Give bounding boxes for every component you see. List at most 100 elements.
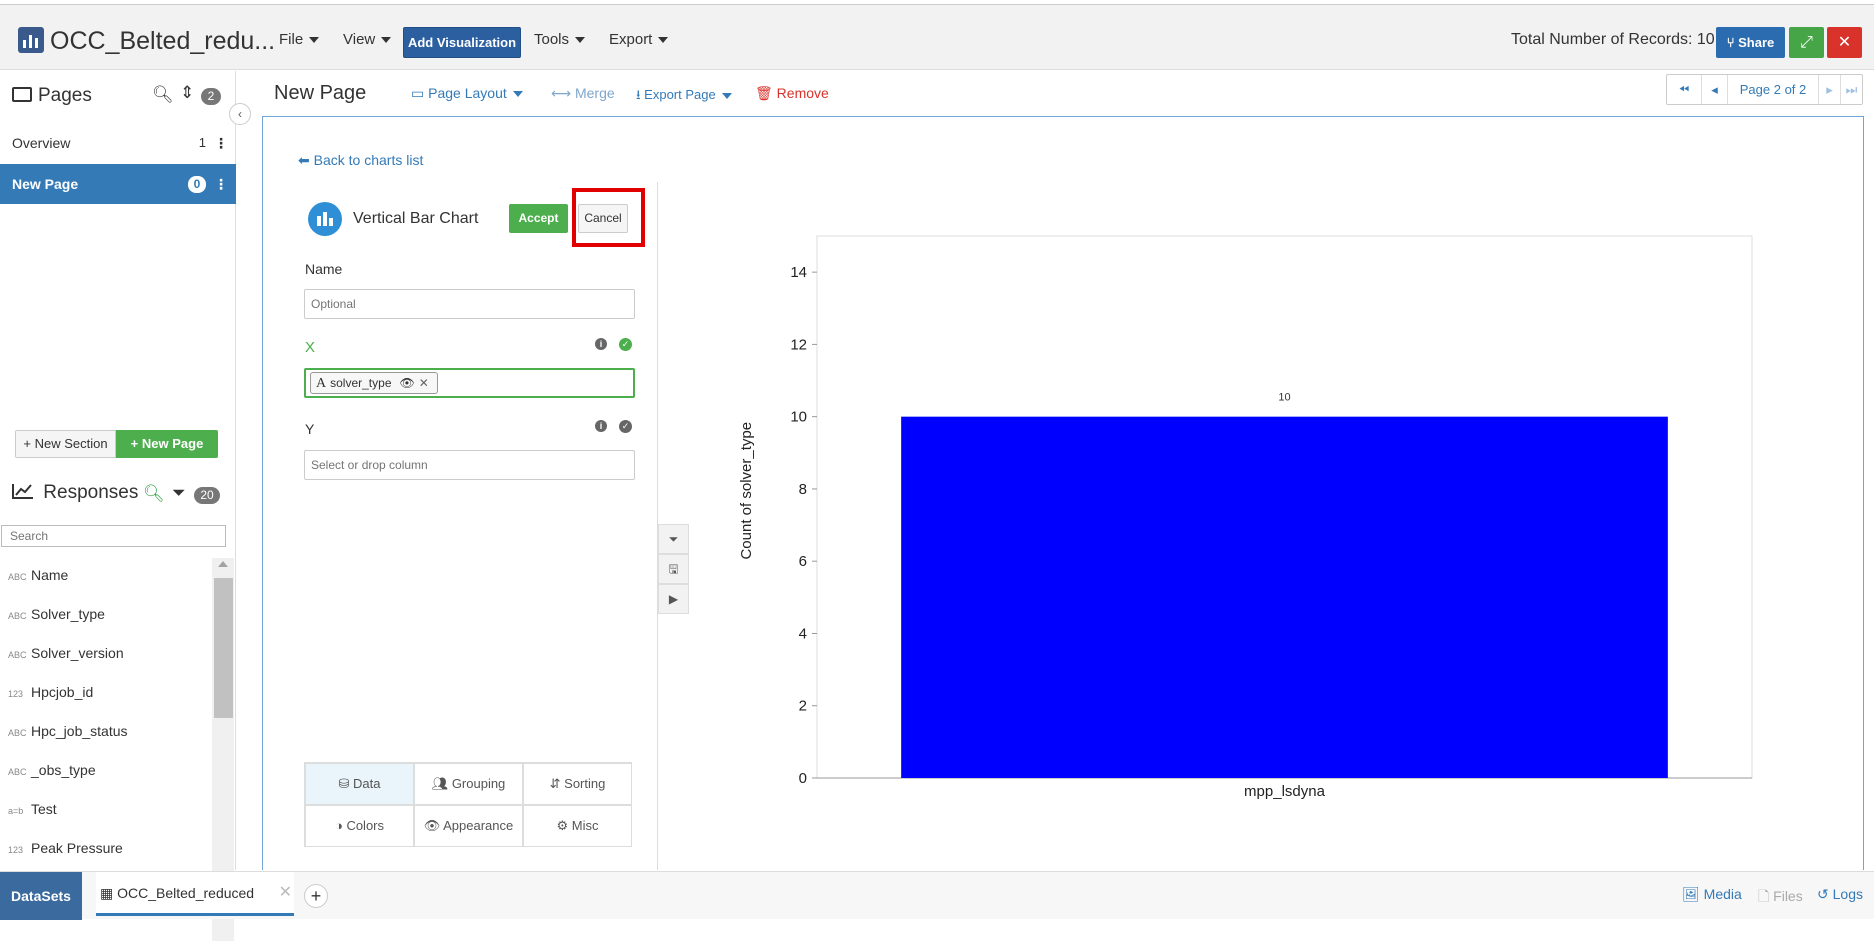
y-tick-label: 4 <box>799 625 807 642</box>
tab-sorting[interactable]: ⇵ Sorting <box>523 763 632 805</box>
search-icon[interactable]: 🔍︎ <box>152 85 174 105</box>
filter-icon[interactable]: ⏷ <box>658 524 689 554</box>
bar <box>901 416 1668 778</box>
tab-label: Appearance <box>443 818 514 833</box>
total-records: Total Number of Records: 10 <box>1511 31 1715 48</box>
save-icon[interactable]: 🖫︎ <box>658 554 689 584</box>
add-tab-button[interactable]: + <box>304 884 328 908</box>
y-tick-label: 14 <box>790 264 807 281</box>
view-menu[interactable]: View <box>343 31 392 48</box>
chevron-down-icon <box>721 92 732 99</box>
collapse-sidebar-button[interactable]: ‹ <box>229 103 251 125</box>
y-axis-label: Count of solver_type <box>738 422 755 560</box>
scroll-up-icon[interactable] <box>218 561 228 567</box>
y-field-label: Y <box>305 421 315 437</box>
y-tick-label: 8 <box>799 481 807 498</box>
close-tab-icon[interactable]: ✕ <box>279 872 292 914</box>
tab-misc[interactable]: ⚙︎ Misc <box>523 805 632 847</box>
image-icon: 🖼︎ <box>1682 886 1704 902</box>
x-column-chip[interactable]: Asolver_type 👁︎ ✕ <box>310 372 438 394</box>
highlight-box <box>572 188 645 247</box>
files-link[interactable]: 🗋︎ Files <box>1758 886 1803 910</box>
y-drop-field[interactable] <box>304 450 635 480</box>
next-page-icon[interactable]: ▸ <box>1818 75 1840 104</box>
page-layout-menu[interactable]: ▭ Page Layout <box>411 85 523 102</box>
chart-name-input[interactable] <box>304 289 635 319</box>
tab-colors[interactable]: ◑ Colors <box>305 805 414 847</box>
tab-grouping[interactable]: 👥︎ Grouping <box>414 763 523 805</box>
gear-icon: ⚙︎ <box>556 818 572 833</box>
info-icon[interactable]: i <box>595 420 607 432</box>
last-page-icon[interactable]: ⏭︎ <box>1840 75 1862 104</box>
share-button[interactable]: ⑂ Share <box>1716 27 1785 58</box>
new-page-label: New Page <box>141 436 204 451</box>
export-menu[interactable]: Export <box>609 31 669 48</box>
fullscreen-button[interactable]: ⤢ <box>1789 27 1824 58</box>
close-button[interactable]: ✕ <box>1827 27 1862 58</box>
x-field-label: X <box>305 339 316 356</box>
pages-title: Pages <box>38 85 92 106</box>
back-to-charts-link[interactable]: ⬅︎ Back to charts list <box>298 152 423 169</box>
remove-button[interactable]: 🗑︎ Remove <box>755 85 829 102</box>
scrollbar-thumb[interactable] <box>214 578 233 718</box>
chip-label: solver_type <box>330 376 392 390</box>
pager: ⏪︎ ◂ Page 2 of 2 ▸ ⏭︎ <box>1666 74 1863 105</box>
list-item[interactable]: ABC Solver_version <box>8 645 124 661</box>
remove-chip-icon[interactable]: ✕ <box>419 376 429 390</box>
add-visualization-button[interactable]: Add Visualization <box>403 27 521 58</box>
tab-data[interactable]: ⛁ Data <box>305 763 414 805</box>
users-icon: 👥︎ <box>431 776 452 791</box>
dataset-tab[interactable]: ▦ OCC_Belted_reduced ✕ <box>96 872 294 916</box>
page-label: Overview <box>12 135 71 151</box>
sort-icon[interactable]: ⇕ <box>180 83 194 103</box>
pages-icon <box>12 87 32 102</box>
sidebar-item-new-page[interactable]: New Page 0 ⋮ <box>0 164 236 204</box>
adjust-icon: ◑ <box>334 818 347 833</box>
export-menu-label: Export <box>609 31 653 48</box>
filter-icon[interactable]: ⏷ <box>172 483 186 503</box>
export-page-menu[interactable]: ⭳ Export Page <box>636 86 732 108</box>
list-item[interactable]: ABC Hpc_job_status <box>8 723 128 739</box>
datasets-label[interactable]: DataSets <box>0 872 82 920</box>
info-icon[interactable]: i <box>595 338 607 350</box>
tab-label: Colors <box>346 818 385 833</box>
list-item-label: Solver_type <box>31 606 105 622</box>
eye-icon[interactable]: 👁︎ <box>400 376 415 390</box>
chevron-down-icon <box>658 37 669 44</box>
new-section-button[interactable]: + New Section <box>15 430 116 458</box>
list-item[interactable]: 123 Peak Pressure <box>8 840 123 856</box>
bottom-bar: DataSets ▦ OCC_Belted_reduced ✕ + 🖼︎ Medi… <box>0 871 1874 920</box>
list-item[interactable]: ABC Solver_type <box>8 606 105 622</box>
more-options-icon[interactable]: ⋮ <box>214 164 228 204</box>
list-item[interactable]: 123 Hpcjob_id <box>8 684 93 700</box>
responses-search-input[interactable] <box>1 525 226 547</box>
bar-chart-icon <box>308 202 342 236</box>
list-item[interactable]: a=b Test <box>8 801 57 817</box>
sidebar-item-overview[interactable]: Overview 1 ⋮ <box>0 123 236 163</box>
new-page-button[interactable]: + New Page <box>116 430 218 458</box>
bar-chart: 0 2 4 6 8 10 12 14 10 mpp_lsdyna Count of solver_t… <box>738 235 1753 800</box>
tab-appearance[interactable]: 👁︎ Appearance <box>414 805 523 847</box>
play-icon[interactable]: ▶ <box>658 584 689 614</box>
first-page-icon[interactable]: ⏪︎ <box>1667 75 1701 104</box>
file-menu[interactable]: File <box>279 31 320 48</box>
page-title: New Page <box>274 82 367 104</box>
tools-menu[interactable]: Tools <box>534 31 586 48</box>
logs-link[interactable]: ↺ Logs <box>1817 886 1863 903</box>
prev-page-icon[interactable]: ◂ <box>1701 75 1727 104</box>
chevron-down-icon <box>309 37 320 44</box>
more-options-icon[interactable]: ⋮ <box>214 123 228 163</box>
file-icon: 🗋︎ <box>1758 888 1774 904</box>
search-icon[interactable]: 🔍︎ <box>143 484 165 504</box>
app-logo-icon <box>18 27 44 53</box>
media-link[interactable]: 🖼︎ Media <box>1682 886 1742 903</box>
plus-icon: + <box>23 436 35 451</box>
list-item[interactable]: ABC Name <box>8 567 68 583</box>
merge-button[interactable]: ⟷ Merge <box>551 85 615 102</box>
close-icon: ✕ <box>1837 34 1852 51</box>
accept-button[interactable]: Accept <box>509 204 568 233</box>
data-label: 10 <box>1278 392 1290 404</box>
list-item[interactable]: ABC _obs_type <box>8 762 96 778</box>
list-item-label: _obs_type <box>31 762 96 778</box>
list-item-label: Test <box>31 801 57 817</box>
